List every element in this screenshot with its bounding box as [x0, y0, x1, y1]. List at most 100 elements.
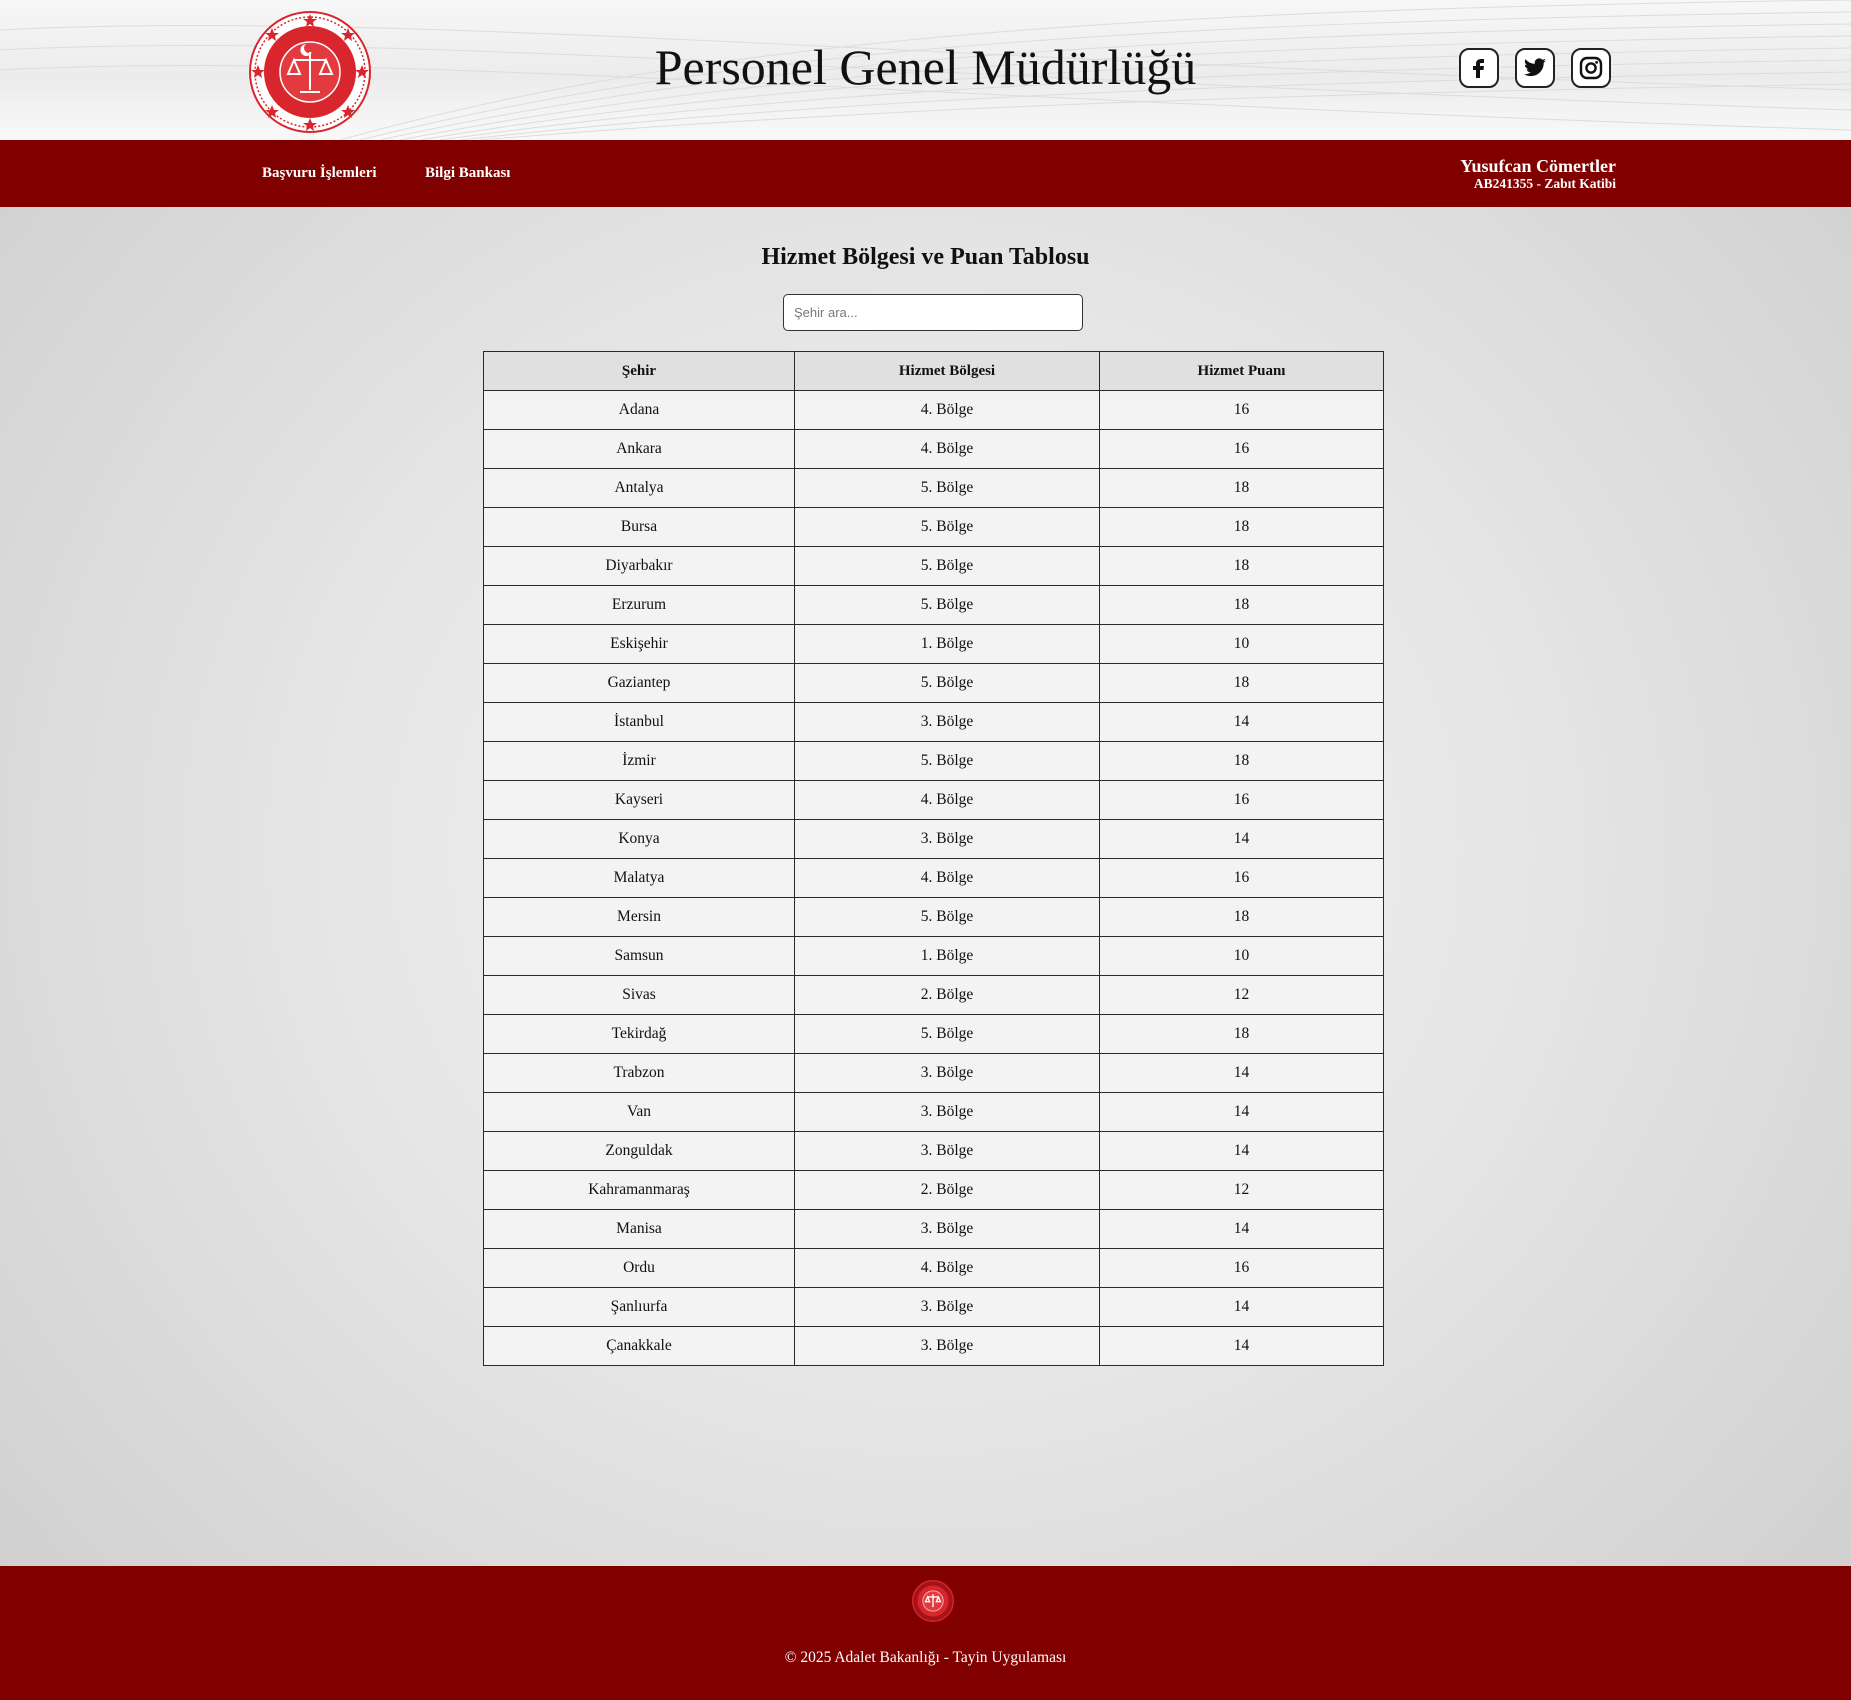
cell-city: Çanakkale — [483, 1326, 795, 1366]
cell-city: Mersin — [483, 897, 795, 937]
cell-score: 12 — [1099, 975, 1384, 1015]
table-row: Bursa 5. Bölge 18 — [483, 507, 1384, 547]
cell-score: 18 — [1099, 663, 1384, 703]
cell-region: 1. Bölge — [794, 936, 1100, 976]
table-row: Kahramanmaraş 2. Bölge 12 — [483, 1170, 1384, 1210]
table-row: Trabzon 3. Bölge 14 — [483, 1053, 1384, 1093]
table-row: İzmir 5. Bölge 18 — [483, 741, 1384, 781]
city-search-input[interactable] — [783, 294, 1083, 331]
cell-region: 3. Bölge — [794, 1053, 1100, 1093]
cell-region: 5. Bölge — [794, 507, 1100, 547]
cell-city: Trabzon — [483, 1053, 795, 1093]
adalet-bakanligi-emblem-icon — [912, 1580, 954, 1622]
table-row: Ordu 4. Bölge 16 — [483, 1248, 1384, 1288]
cell-score: 16 — [1099, 390, 1384, 430]
cell-score: 18 — [1099, 468, 1384, 508]
cell-score: 18 — [1099, 741, 1384, 781]
cell-city: Şanlıurfa — [483, 1287, 795, 1327]
cell-score: 12 — [1099, 1170, 1384, 1210]
cell-city: Samsun — [483, 936, 795, 976]
page-title: Hizmet Bölgesi ve Puan Tablosu — [761, 244, 1090, 270]
cell-city: Ordu — [483, 1248, 795, 1288]
column-header-city[interactable]: Şehir — [483, 351, 795, 391]
table-row: Adana 4. Bölge 16 — [483, 390, 1384, 430]
table-row: Samsun 1. Bölge 10 — [483, 936, 1384, 976]
site-footer: © 2025 Adalet Bakanlığı - Tayin Uygulama… — [0, 1566, 1851, 1700]
cell-region: 2. Bölge — [794, 1170, 1100, 1210]
main-navbar: Başvuru İşlemleri Bilgi Bankası Yusufcan… — [0, 140, 1851, 207]
cell-city: Bursa — [483, 507, 795, 547]
table-row: Gaziantep 5. Bölge 18 — [483, 663, 1384, 703]
cell-score: 18 — [1099, 897, 1384, 937]
cell-score: 14 — [1099, 1092, 1384, 1132]
cell-score: 14 — [1099, 1287, 1384, 1327]
cell-region: 1. Bölge — [794, 624, 1100, 664]
footer-logo — [912, 1580, 954, 1622]
cell-score: 14 — [1099, 1131, 1384, 1171]
footer-copyright: © 2025 Adalet Bakanlığı - Tayin Uygulama… — [784, 1649, 1067, 1666]
cell-city: Antalya — [483, 468, 795, 508]
cell-score: 18 — [1099, 546, 1384, 586]
instagram-link[interactable] — [1571, 48, 1611, 88]
table-row: Konya 3. Bölge 14 — [483, 819, 1384, 859]
cell-region: 3. Bölge — [794, 819, 1100, 859]
table-body: Adana 4. Bölge 16 Ankara 4. Bölge 16 Antalya 5.… — [483, 390, 1384, 1366]
table-row: Eskişehir 1. Bölge 10 — [483, 624, 1384, 664]
cell-score: 18 — [1099, 585, 1384, 625]
table-row: Diyarbakır 5. Bölge 18 — [483, 546, 1384, 586]
social-links — [1459, 48, 1611, 88]
cell-score: 16 — [1099, 780, 1384, 820]
table-row: Manisa 3. Bölge 14 — [483, 1209, 1384, 1249]
cell-region: 5. Bölge — [794, 897, 1100, 937]
cell-score: 16 — [1099, 858, 1384, 898]
cell-city: İzmir — [483, 741, 795, 781]
cell-city: Ankara — [483, 429, 795, 469]
column-header-score[interactable]: Hizmet Puanı — [1099, 351, 1384, 391]
facebook-icon — [1473, 59, 1484, 78]
instagram-icon — [1579, 56, 1603, 80]
cell-city: Gaziantep — [483, 663, 795, 703]
cell-city: Erzurum — [483, 585, 795, 625]
twitter-link[interactable] — [1515, 48, 1555, 88]
cell-city: Kahramanmaraş — [483, 1170, 795, 1210]
nav-item-basvuru-islemleri[interactable]: Başvuru İşlemleri — [262, 165, 377, 182]
column-header-region[interactable]: Hizmet Bölgesi — [794, 351, 1100, 391]
service-region-table: Şehir Hizmet Bölgesi Hizmet Puanı Adana 4… — [483, 351, 1384, 1366]
table-row: Kayseri 4. Bölge 16 — [483, 780, 1384, 820]
cell-score: 14 — [1099, 702, 1384, 742]
cell-score: 16 — [1099, 429, 1384, 469]
cell-city: Adana — [483, 390, 795, 430]
cell-score: 14 — [1099, 1053, 1384, 1093]
cell-region: 3. Bölge — [794, 1209, 1100, 1249]
nav-item-bilgi-bankasi[interactable]: Bilgi Bankası — [425, 165, 510, 182]
table-row: Erzurum 5. Bölge 18 — [483, 585, 1384, 625]
cell-region: 4. Bölge — [794, 390, 1100, 430]
cell-score: 10 — [1099, 624, 1384, 664]
user-detail: AB241355 - Zabıt Katibi — [1473, 176, 1616, 191]
cell-score: 14 — [1099, 819, 1384, 859]
cell-region: 5. Bölge — [794, 468, 1100, 508]
facebook-link[interactable] — [1459, 48, 1499, 88]
cell-score: 14 — [1099, 1209, 1384, 1249]
cell-city: Diyarbakır — [483, 546, 795, 586]
cell-region: 5. Bölge — [794, 741, 1100, 781]
user-name: Yusufcan Cömertler — [1460, 156, 1616, 176]
cell-region: 5. Bölge — [794, 663, 1100, 703]
cell-city: Sivas — [483, 975, 795, 1015]
table-header-row: Şehir Hizmet Bölgesi Hizmet Puanı — [483, 351, 1384, 391]
cell-city: Malatya — [483, 858, 795, 898]
cell-score: 10 — [1099, 936, 1384, 976]
table-row: Van 3. Bölge 14 — [483, 1092, 1384, 1132]
cell-region: 5. Bölge — [794, 1014, 1100, 1054]
cell-city: Eskişehir — [483, 624, 795, 664]
cell-city: Van — [483, 1092, 795, 1132]
cell-region: 3. Bölge — [794, 1326, 1100, 1366]
cell-region: 5. Bölge — [794, 585, 1100, 625]
cell-region: 4. Bölge — [794, 858, 1100, 898]
cell-region: 2. Bölge — [794, 975, 1100, 1015]
table-row: Malatya 4. Bölge 16 — [483, 858, 1384, 898]
user-info[interactable]: Yusufcan Cömertler AB241355 - Zabıt Kati… — [1460, 156, 1616, 192]
cell-city: Tekirdağ — [483, 1014, 795, 1054]
table-row: Tekirdağ 5. Bölge 18 — [483, 1014, 1384, 1054]
table-row: Zonguldak 3. Bölge 14 — [483, 1131, 1384, 1171]
